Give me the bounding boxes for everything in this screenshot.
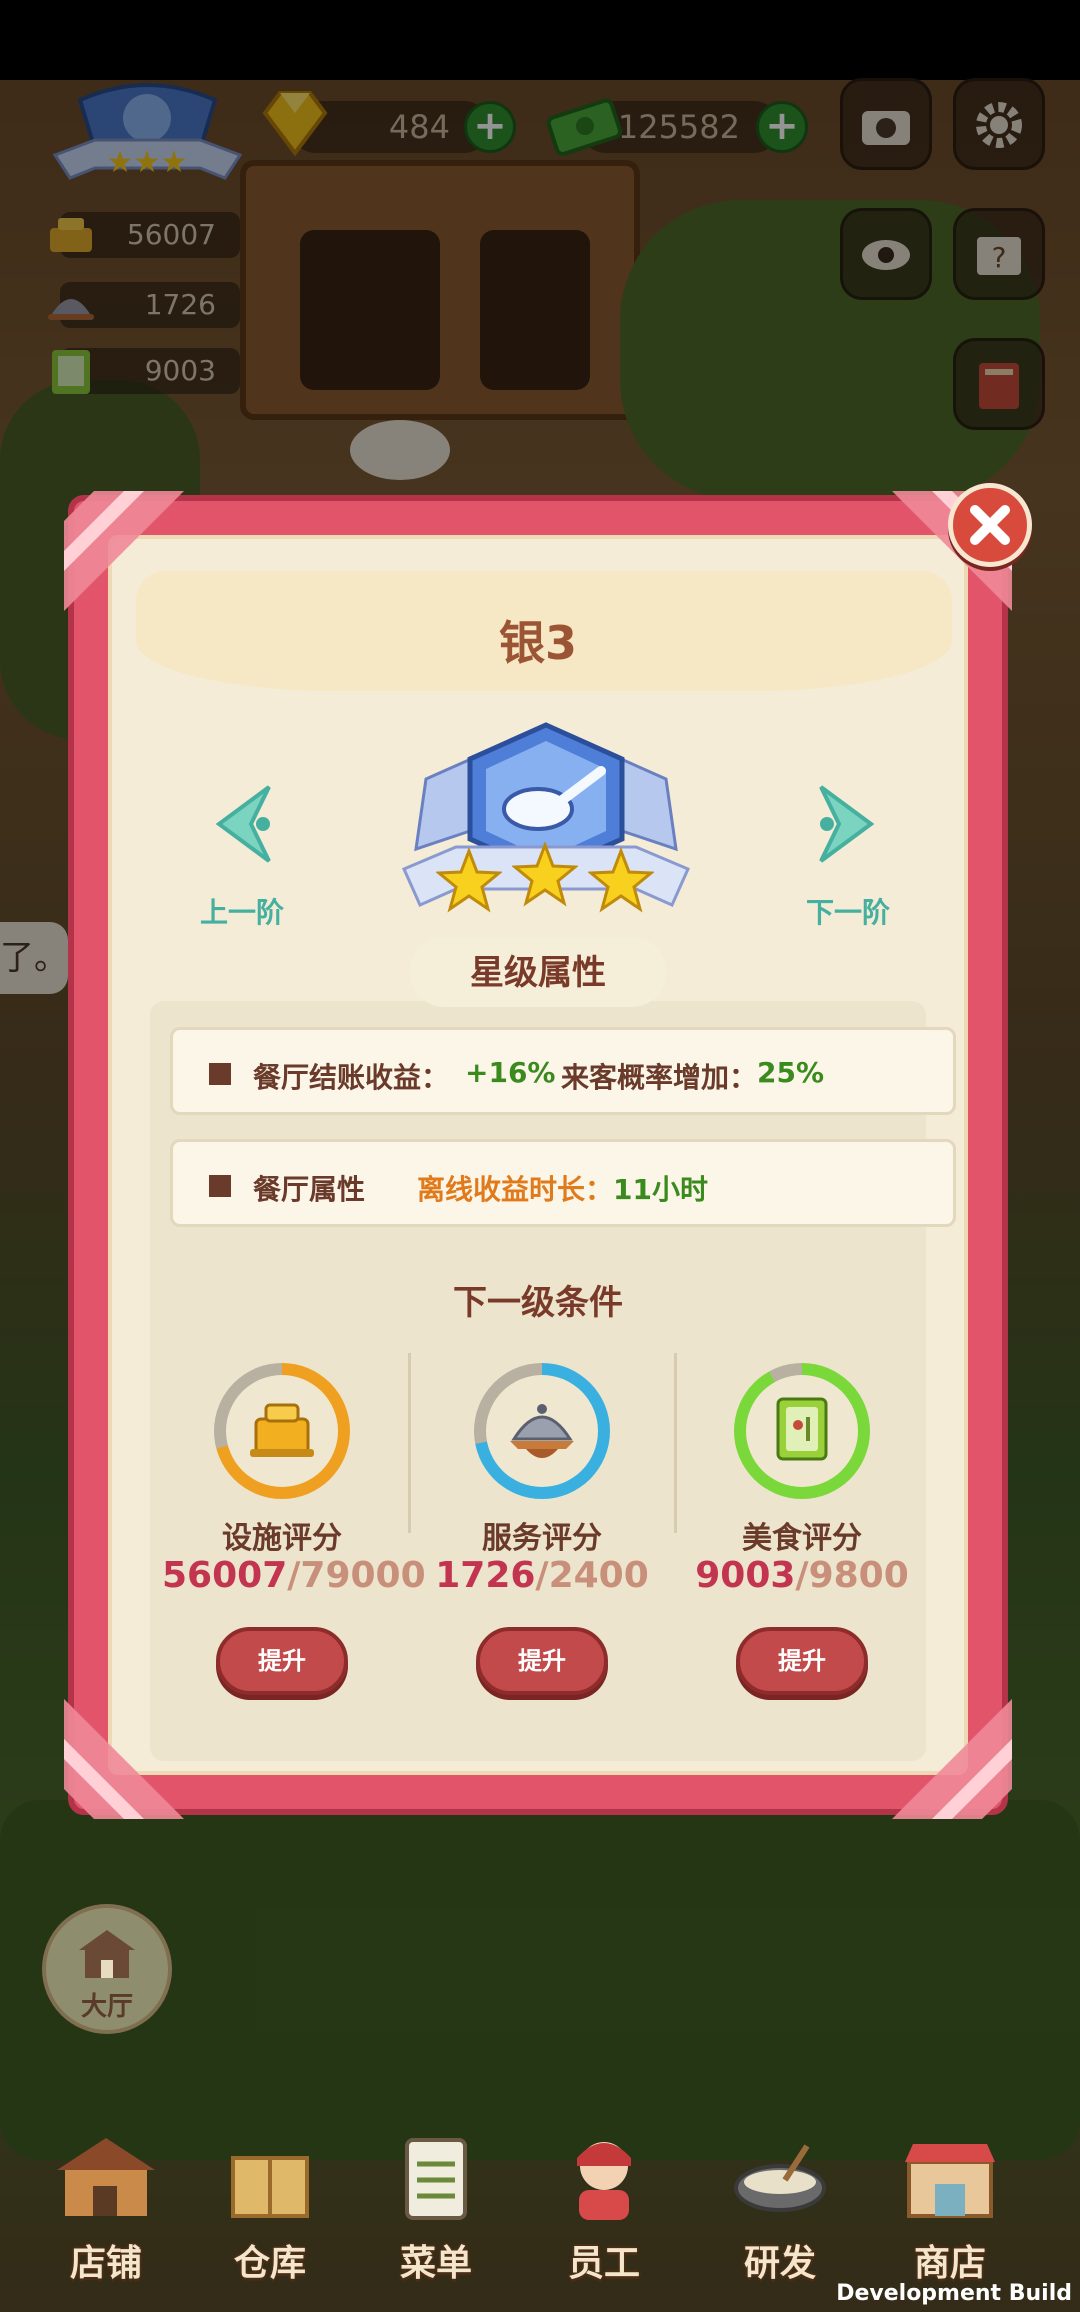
divider bbox=[408, 1353, 411, 1533]
store-icon bbox=[905, 2144, 995, 2218]
service-progress-ring bbox=[474, 1363, 610, 1499]
checkout-income-label: 餐厅结账收益： bbox=[253, 1061, 450, 1094]
facility-score-name: 设施评分 bbox=[222, 1521, 342, 1556]
rank-title: 银3 bbox=[498, 616, 577, 670]
attr-row-offline: 餐厅属性 离线收益时长： 11小时 bbox=[170, 1139, 956, 1227]
upgrade-facility-button[interactable]: 提升 bbox=[216, 1627, 348, 1695]
separator: / bbox=[535, 1555, 549, 1596]
star-icon bbox=[512, 842, 578, 907]
nav-store[interactable]: 商店 bbox=[880, 2132, 1020, 2292]
pot-icon bbox=[734, 2144, 826, 2212]
next-rank-label: 下一阶 bbox=[805, 896, 890, 929]
clipboard-icon bbox=[405, 2138, 467, 2220]
arrow-right-icon bbox=[819, 785, 875, 863]
facility-progress-ring bbox=[214, 1363, 350, 1499]
separator: / bbox=[795, 1555, 809, 1596]
divider bbox=[674, 1353, 677, 1533]
nav-research[interactable]: 研发 bbox=[710, 2132, 850, 2292]
facility-current: 56007 bbox=[162, 1555, 288, 1596]
nav-store-label: 商店 bbox=[913, 2243, 986, 2284]
attr-row-income: 餐厅结账收益： +16% 来客概率增加： 25% bbox=[170, 1027, 956, 1115]
prev-rank-label: 上一阶 bbox=[199, 896, 284, 929]
ring-core bbox=[746, 1375, 858, 1487]
close-icon bbox=[970, 505, 1010, 545]
upgrade-food-button[interactable]: 提升 bbox=[736, 1627, 868, 1695]
house-icon bbox=[79, 1930, 135, 1978]
nav-research-label: 研发 bbox=[743, 2243, 816, 2284]
ring-core bbox=[226, 1375, 338, 1487]
service-target: 2400 bbox=[548, 1555, 649, 1596]
star-icon bbox=[588, 848, 654, 913]
visitor-rate-value: 25% bbox=[757, 1056, 825, 1089]
next-rank-button[interactable]: 下一阶 bbox=[798, 781, 898, 931]
ring-core bbox=[486, 1375, 598, 1487]
nav-staff[interactable]: 员工 bbox=[534, 2132, 674, 2292]
hall-label: 大厅 bbox=[80, 1992, 133, 2022]
recipe-icon bbox=[776, 1397, 828, 1461]
star-icon bbox=[436, 848, 502, 913]
cloche-icon bbox=[510, 1404, 574, 1458]
separator: / bbox=[287, 1555, 301, 1596]
shop-icon bbox=[57, 2138, 155, 2216]
service-current: 1726 bbox=[435, 1555, 536, 1596]
bullet-square bbox=[209, 1175, 231, 1197]
nav-menu[interactable]: 菜单 bbox=[366, 2132, 506, 2292]
hall-button[interactable]: 大厅 bbox=[42, 1904, 172, 2034]
nav-warehouse-label: 仓库 bbox=[233, 2243, 306, 2284]
food-score-progress: 9003/9800 bbox=[682, 1555, 922, 1596]
nav-shop[interactable]: 店铺 bbox=[36, 2132, 176, 2292]
rank-stars bbox=[436, 842, 656, 918]
food-score-name: 美食评分 bbox=[742, 1521, 862, 1556]
service-score-name: 服务评分 bbox=[482, 1521, 602, 1556]
food-target: 9800 bbox=[808, 1555, 909, 1596]
nav-menu-label: 菜单 bbox=[399, 2243, 472, 2284]
star-attrs-heading: 星级属性 bbox=[470, 953, 606, 993]
bullet-square bbox=[209, 1063, 231, 1085]
nav-staff-label: 员工 bbox=[567, 2243, 640, 2284]
next-level-heading: 下一级条件 bbox=[453, 1283, 623, 1323]
upgrade-service-button[interactable]: 提升 bbox=[476, 1627, 608, 1695]
food-progress-ring bbox=[734, 1363, 870, 1499]
prev-rank-button[interactable]: 上一阶 bbox=[192, 781, 292, 931]
facility-target: 79000 bbox=[300, 1555, 426, 1596]
facility-score-progress: 56007/79000 bbox=[162, 1555, 426, 1596]
checkout-income-value: +16% bbox=[465, 1056, 556, 1089]
status-bar bbox=[0, 0, 1080, 80]
nav-warehouse[interactable]: 仓库 bbox=[200, 2132, 340, 2292]
nav-shop-label: 店铺 bbox=[69, 2243, 142, 2284]
arrow-left-icon bbox=[215, 785, 271, 863]
service-score-progress: 1726/2400 bbox=[422, 1555, 662, 1596]
food-current: 9003 bbox=[695, 1555, 796, 1596]
build-watermark: Development Build bbox=[836, 2281, 1072, 2306]
close-button[interactable] bbox=[948, 483, 1032, 567]
facility-icon bbox=[250, 1403, 314, 1457]
offline-income-label: 离线收益时长： bbox=[417, 1173, 614, 1206]
rank-modal: 银3 上一阶 下一阶 星级属性 餐厅结账收益： +16% 来客概率增加： 25%… bbox=[64, 491, 1012, 1819]
offline-income-value: 11小时 bbox=[613, 1173, 708, 1206]
box-icon bbox=[231, 2156, 309, 2218]
staff-icon bbox=[577, 2142, 631, 2220]
visitor-rate-label: 来客概率增加： bbox=[561, 1061, 758, 1094]
restaurant-attr-label: 餐厅属性 bbox=[253, 1173, 366, 1206]
game-screen: ★★★ 484 + 125582 + ? 56007 1726 9003 了。 … bbox=[0, 0, 1080, 2312]
